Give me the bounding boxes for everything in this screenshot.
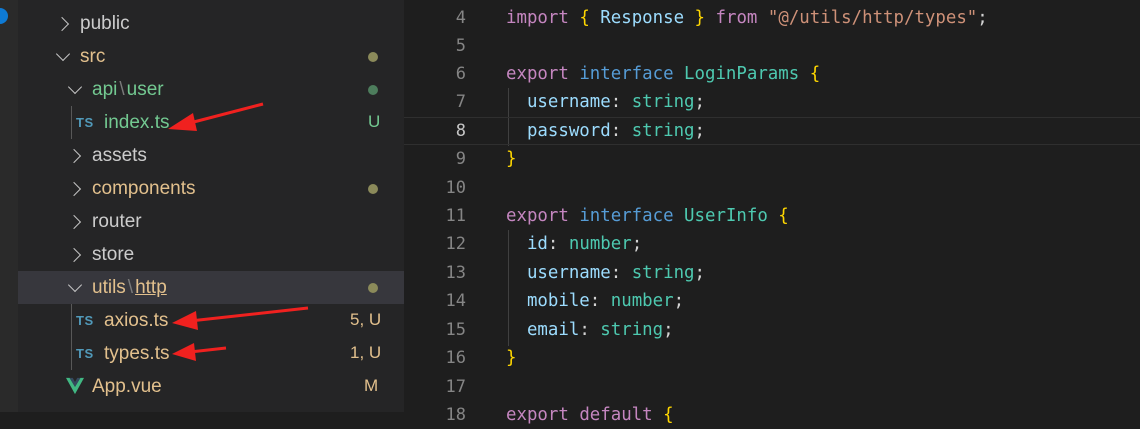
line-number: 17 [445,377,466,397]
tree-item-app-vue[interactable]: App.vue M [18,370,404,403]
line-number: 11 [445,206,466,226]
git-status-badge: 5, U [350,310,382,329]
tree-item-label: components [92,177,196,199]
code-line: 4 import { Response } from "@/utils/http… [404,4,1140,32]
notification-badge-icon [0,8,8,24]
tree-item-src[interactable]: src [18,40,404,73]
line-number: 14 [445,291,466,311]
untracked-dot-icon [368,85,378,95]
code-line: 5 [404,32,1140,60]
code-line: 13 username: string; [404,259,1140,287]
line-number: 13 [445,263,466,283]
tree-item-router[interactable]: router [18,205,404,238]
chevron-right-icon [54,16,70,32]
code-text: import { Response } from "@/utils/http/t… [506,8,988,28]
tree-item-components[interactable]: components [18,172,404,205]
line-number: 4 [455,8,466,28]
path-separator: \ [119,78,125,100]
modified-dot-icon [368,184,378,194]
tree-item-label: index.ts [104,111,170,133]
tree-item-label: App.vue [92,375,162,397]
line-number: 8 [455,121,466,141]
path-segment: api [92,78,118,100]
code-text: mobile: number; [526,291,685,311]
chevron-right-icon [66,148,82,164]
file-explorer: public src api \ user TS index.ts U assets… [18,0,404,412]
chevron-right-icon [66,181,82,197]
tree-item-types-ts[interactable]: TS types.ts 1, U [18,337,404,370]
tree-item-utils-http[interactable]: utils \ http [18,271,404,304]
tree-item-axios-ts[interactable]: TS axios.ts 5, U [18,304,404,337]
code-text: } [506,149,517,169]
chevron-down-icon [67,79,83,95]
tree-item-label: router [92,210,142,232]
line-number: 16 [445,348,466,368]
code-line: 12 id: number; [404,230,1140,258]
code-line-active: 8 password: string; [404,117,1140,145]
tree-item-assets[interactable]: assets [18,139,404,172]
line-number: 6 [455,64,466,84]
code-text: username: string; [526,263,705,283]
code-line: 14 mobile: number; [404,287,1140,315]
code-text: email: string; [526,320,674,340]
tree-item-index-ts[interactable]: TS index.ts U [18,106,404,139]
typescript-file-icon: TS [76,346,94,361]
code-editor[interactable]: 4 import { Response } from "@/utils/http… [404,0,1140,425]
line-number: 10 [445,178,466,198]
line-number: 15 [445,320,466,340]
tree-item-label: axios.ts [104,309,169,331]
modified-dot-icon [368,283,378,293]
path-segment: utils [92,276,126,298]
vue-file-icon [66,377,84,395]
typescript-file-icon: TS [76,115,94,130]
git-status-badge: U [368,112,381,131]
tree-item-label: store [92,243,135,265]
line-number: 5 [455,36,466,56]
tree-item-api-user[interactable]: api \ user [18,73,404,106]
tree-item-label: src [80,45,106,67]
code-text: export interface UserInfo { [506,206,789,226]
code-text: } [506,348,517,368]
line-number: 12 [445,234,466,254]
git-status-badge: 1, U [350,343,382,362]
activity-bar [0,0,18,412]
code-text: export default { [506,405,674,425]
chevron-down-icon [67,277,83,293]
path-separator: \ [127,276,134,298]
line-number: 18 [445,405,466,425]
tree-item-store[interactable]: store [18,238,404,271]
tree-item-label: assets [92,144,147,166]
chevron-right-icon [66,214,82,230]
code-line: 6 export interface LoginParams { [404,60,1140,88]
tree-item-public[interactable]: public [18,7,404,40]
indent-guide [71,106,72,139]
modified-dot-icon [368,52,378,62]
line-number: 9 [455,149,466,169]
line-number: 7 [455,92,466,112]
code-line: 11 export interface UserInfo { [404,202,1140,230]
indent-guide [71,304,72,370]
chevron-down-icon [55,46,71,62]
code-line: 18 export default { [404,401,1140,429]
code-line: 17 [404,373,1140,401]
code-line: 7 username: string; [404,88,1140,116]
tree-item-label: types.ts [104,342,170,364]
code-text: username: string; [526,92,705,112]
git-status-badge: M [364,376,379,395]
tree-item-label: api \ user [92,79,164,101]
code-line: 16 } [404,344,1140,372]
tree-item-label: utils \ http [92,277,167,299]
code-text: export interface LoginParams { [506,64,821,84]
code-text: password: string; [526,121,705,141]
path-segment: http [135,276,167,298]
tree-item-label: public [80,12,130,34]
code-text: id: number; [526,234,643,254]
typescript-file-icon: TS [76,313,94,328]
code-line: 9 } [404,145,1140,173]
code-line: 15 email: string; [404,316,1140,344]
path-segment: user [126,78,164,100]
chevron-right-icon [66,247,82,263]
code-line: 10 [404,174,1140,202]
